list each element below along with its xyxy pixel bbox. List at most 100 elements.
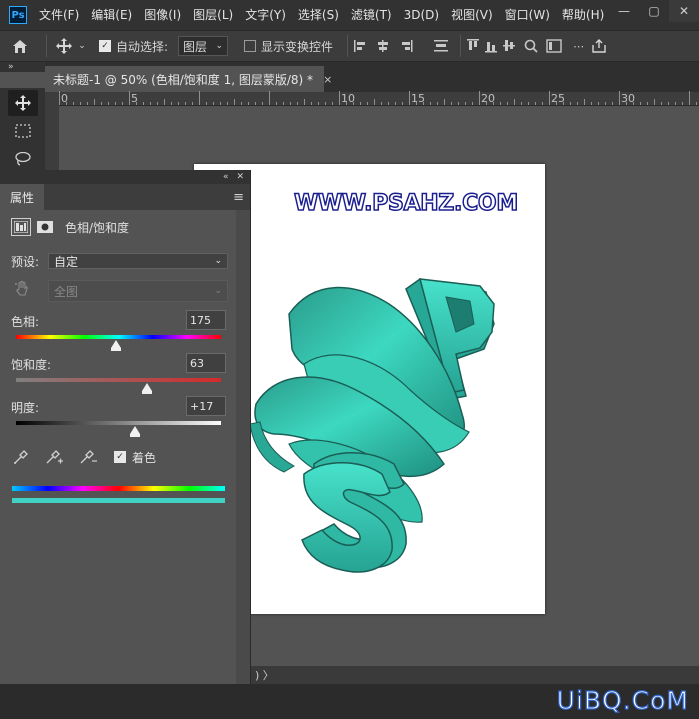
move-tool-icon[interactable] (53, 38, 75, 54)
channel-dropdown[interactable]: 全图 ⌄ (48, 280, 228, 302)
panel-scrollbar[interactable] (236, 210, 250, 719)
distribute-buttons[interactable] (467, 38, 567, 54)
home-icon[interactable] (0, 39, 40, 54)
adjustment-header: 色相/饱和度 (11, 218, 129, 236)
ruler-tick (577, 102, 578, 105)
tab-properties[interactable]: 属性 (0, 184, 45, 210)
share-icon[interactable] (592, 39, 606, 53)
auto-select-label: 自动选择: (116, 39, 169, 54)
ruler-tick (654, 99, 655, 105)
ruler-tick (528, 102, 529, 105)
ruler-tick (255, 102, 256, 105)
ruler-tick (360, 102, 361, 105)
layer-mask-icon[interactable] (37, 221, 53, 233)
move-icon (15, 95, 31, 111)
ruler-tick (178, 102, 179, 105)
move-tool-button[interactable] (8, 90, 38, 116)
ruler-tick (605, 102, 606, 105)
menu-layer[interactable]: 图层(L) (187, 0, 239, 30)
ruler-tick (507, 102, 508, 105)
close-panel-icon[interactable]: ✕ (236, 172, 244, 182)
ruler-tick (556, 102, 557, 105)
menu-image[interactable]: 图像(I) (138, 0, 187, 30)
auto-select-checkbox[interactable]: ✓ (99, 40, 111, 52)
maximize-button[interactable]: ▢ (639, 0, 669, 22)
lightness-slider-track[interactable] (16, 421, 221, 425)
ruler-tick (73, 102, 74, 105)
ruler-tick (696, 102, 697, 105)
lightness-slider-thumb[interactable] (129, 426, 140, 437)
auto-select-target-dropdown[interactable]: 图层 ⌄ (178, 36, 229, 56)
show-transform-label: 显示变换控件 (261, 39, 334, 54)
document-tab[interactable]: 未标题-1 @ 50% (色相/饱和度 1, 图层蒙版/8) * × (45, 66, 332, 92)
chevron-down-icon: ⌄ (214, 256, 222, 266)
eyedropper-icon[interactable] (12, 448, 30, 466)
ruler-tick (297, 102, 298, 105)
ruler-tick (409, 91, 410, 105)
lightness-label: 明度: (11, 401, 40, 415)
eyedropper-add-icon[interactable] (44, 448, 64, 466)
close-icon[interactable]: × (323, 73, 332, 86)
document-tab-bar: 未标题-1 @ 50% (色相/饱和度 1, 图层蒙版/8) * × (45, 62, 699, 92)
lasso-icon (15, 152, 31, 166)
menu-help[interactable]: 帮助(H) (556, 0, 610, 30)
align-buttons[interactable] (354, 38, 454, 54)
ruler-tick (241, 102, 242, 105)
ruler-tick (549, 91, 550, 105)
menu-filter[interactable]: 滤镜(T) (345, 0, 398, 30)
auto-select-target-value: 图层 (183, 39, 208, 54)
saturation-input[interactable]: 63 (186, 353, 226, 373)
menu-window[interactable]: 窗口(W) (499, 0, 556, 30)
menu-file[interactable]: 文件(F) (33, 0, 85, 30)
ruler-tick (402, 102, 403, 105)
hue-slider-track[interactable] (16, 335, 221, 339)
ruler-tick (633, 102, 634, 105)
ruler-tick (374, 99, 375, 105)
toolbar-collapse-icon[interactable]: » (0, 62, 45, 72)
panel-menu-icon[interactable]: ≡ (233, 184, 250, 210)
collapse-panel-icon[interactable]: « (223, 172, 229, 182)
colorize-checkbox[interactable]: ✓ (114, 451, 126, 463)
saturation-slider-thumb[interactable] (142, 383, 153, 394)
menu-select[interactable]: 选择(S) (292, 0, 345, 30)
lightness-input[interactable]: +17 (186, 396, 226, 416)
ruler-tick (612, 102, 613, 105)
chevron-down-icon[interactable]: ⌄ (75, 41, 89, 51)
ruler-tick (444, 99, 445, 105)
targeted-adjustment-icon[interactable] (14, 280, 32, 298)
tools-panel (0, 88, 45, 172)
ruler-tick (101, 102, 102, 105)
ruler-tick (381, 102, 382, 105)
marquee-tool-button[interactable] (8, 118, 38, 144)
hue-slider-thumb[interactable] (111, 340, 122, 351)
saturation-slider-track[interactable] (16, 378, 221, 382)
separator (347, 35, 349, 57)
adjustment-title: 色相/饱和度 (65, 220, 130, 235)
preset-label: 预设: (11, 255, 40, 269)
lasso-tool-button[interactable] (8, 146, 38, 172)
ruler-tick (262, 102, 263, 105)
show-transform-checkbox[interactable] (244, 40, 257, 52)
window-controls: — ▢ ✕ (609, 0, 699, 22)
menu-view[interactable]: 视图(V) (445, 0, 499, 30)
ruler-tick (248, 102, 249, 105)
document-tab-title: 未标题-1 @ 50% (色相/饱和度 1, 图层蒙版/8) * (53, 72, 314, 87)
menu-edit[interactable]: 编辑(E) (85, 0, 138, 30)
separator (46, 35, 47, 57)
hue-input[interactable]: 175 (186, 310, 226, 330)
menu-3d[interactable]: 3D(D) (398, 0, 445, 30)
eyedropper-subtract-icon[interactable] (78, 448, 98, 466)
site-watermark-logo: UiBQ.CoM (556, 685, 689, 715)
close-window-button[interactable]: ✕ (669, 0, 699, 22)
ruler-tick (220, 102, 221, 105)
menu-type[interactable]: 文字(Y) (239, 0, 292, 30)
preset-dropdown[interactable]: 自定 ⌄ (48, 253, 228, 269)
properties-body: 色相/饱和度 预设: 自定 ⌄ 全图 ⌄ 色相: 175 饱和度: 63 明度:… (0, 210, 236, 719)
ruler-tick (199, 91, 200, 105)
ruler-tick (227, 102, 228, 105)
more-options-icon[interactable]: ⋯ (573, 40, 584, 53)
ruler-tick (542, 102, 543, 105)
ruler-tick (591, 102, 592, 105)
minimize-button[interactable]: — (609, 0, 639, 22)
ruler-tick (619, 91, 620, 105)
